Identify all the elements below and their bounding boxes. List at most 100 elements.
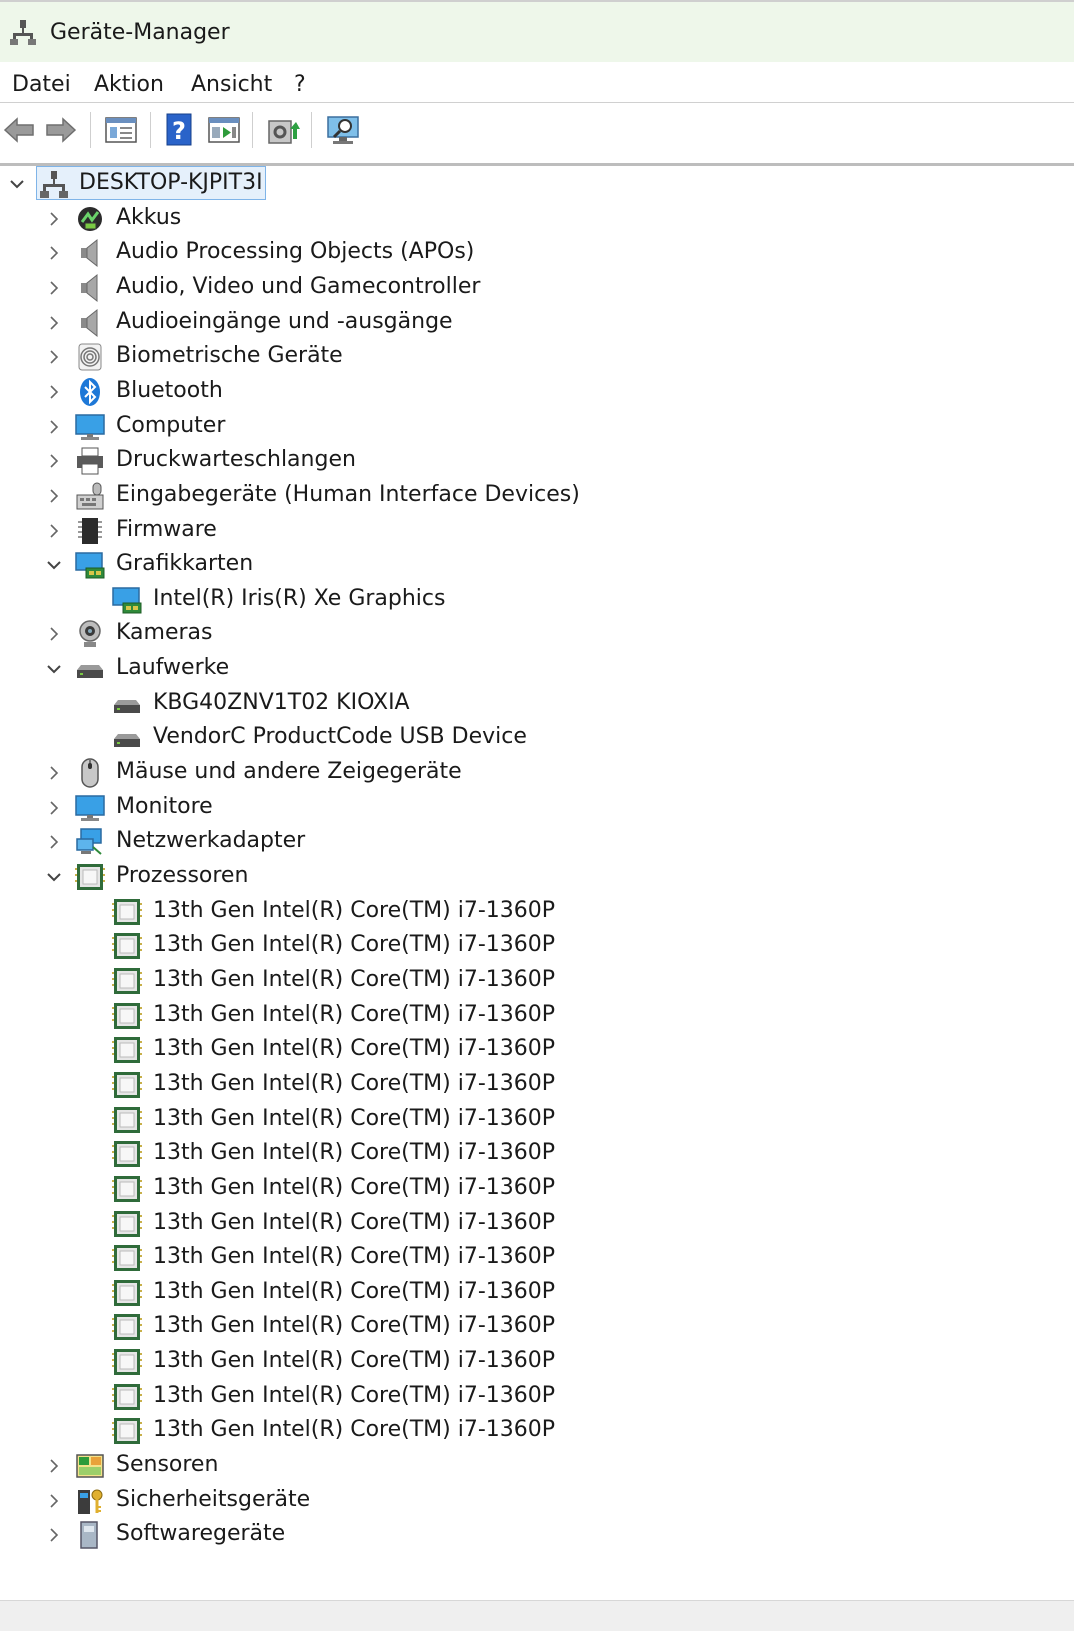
chevron-right-icon[interactable]: [45, 210, 63, 228]
tree-device[interactable]: 13th Gen Intel(R) Core(TM) i7-1360P: [0, 1309, 1074, 1345]
scan-hardware-icon[interactable]: [326, 113, 360, 147]
tree-device[interactable]: 13th Gen Intel(R) Core(TM) i7-1360P: [0, 1067, 1074, 1103]
chevron-down-icon[interactable]: [45, 556, 63, 574]
tree-category[interactable]: Biometrische Geräte: [0, 339, 1074, 375]
tree-device[interactable]: 13th Gen Intel(R) Core(TM) i7-1360P: [0, 1344, 1074, 1380]
tree-device[interactable]: 13th Gen Intel(R) Core(TM) i7-1360P: [0, 1136, 1074, 1172]
update-driver-icon[interactable]: [266, 113, 300, 147]
chevron-down-icon[interactable]: [8, 175, 26, 193]
chevron-right-icon[interactable]: [45, 799, 63, 817]
tree-node-label: 13th Gen Intel(R) Core(TM) i7-1360P: [153, 1140, 556, 1165]
tree-device[interactable]: 13th Gen Intel(R) Core(TM) i7-1360P: [0, 1379, 1074, 1415]
status-bar: [0, 1600, 1074, 1631]
speaker-icon: [81, 308, 98, 338]
tree-root-node[interactable]: DESKTOP-KJPIT3I: [0, 166, 1074, 202]
tree-node-label: 13th Gen Intel(R) Core(TM) i7-1360P: [153, 1279, 556, 1304]
tree-device[interactable]: 13th Gen Intel(R) Core(TM) i7-1360P: [0, 894, 1074, 930]
toolbar-separator: [150, 112, 151, 148]
tree-node-label: DESKTOP-KJPIT3I: [79, 170, 263, 195]
tree-node-label: 13th Gen Intel(R) Core(TM) i7-1360P: [153, 1071, 556, 1096]
chevron-right-icon[interactable]: [45, 418, 63, 436]
tree-category[interactable]: Softwaregeräte: [0, 1517, 1074, 1553]
tree-device[interactable]: 13th Gen Intel(R) Core(TM) i7-1360P: [0, 1413, 1074, 1449]
chevron-down-icon[interactable]: [45, 660, 63, 678]
tree-category[interactable]: Computer: [0, 409, 1074, 445]
tree-category[interactable]: Grafikkarten: [0, 547, 1074, 583]
menu-ansicht[interactable]: Ansicht: [191, 72, 272, 97]
chevron-right-icon[interactable]: [45, 764, 63, 782]
tree-category[interactable]: Druckwarteschlangen: [0, 443, 1074, 479]
tree-category[interactable]: Monitore: [0, 790, 1074, 826]
menu-aktion[interactable]: Aktion: [94, 72, 164, 97]
chevron-right-icon[interactable]: [45, 833, 63, 851]
tree-node-label: Eingabegeräte (Human Interface Devices): [116, 482, 580, 507]
chevron-right-icon[interactable]: [45, 244, 63, 262]
tree-node-label: Bluetooth: [116, 378, 223, 403]
network-adapter-icon: [76, 828, 102, 855]
tree-category[interactable]: Kameras: [0, 616, 1074, 652]
tree-category[interactable]: Sensoren: [0, 1448, 1074, 1484]
tree-device[interactable]: 13th Gen Intel(R) Core(TM) i7-1360P: [0, 1240, 1074, 1276]
chevron-right-icon[interactable]: [45, 383, 63, 401]
menu-datei[interactable]: Datei: [12, 72, 71, 97]
chevron-right-icon[interactable]: [45, 279, 63, 297]
properties-window-icon[interactable]: [104, 113, 138, 147]
chevron-right-icon[interactable]: [45, 487, 63, 505]
tree-category[interactable]: Firmware: [0, 513, 1074, 549]
tree-category[interactable]: Netzwerkadapter: [0, 824, 1074, 860]
tree-category[interactable]: Laufwerke: [0, 651, 1074, 687]
tree-device[interactable]: 13th Gen Intel(R) Core(TM) i7-1360P: [0, 998, 1074, 1034]
tree-category[interactable]: Eingabegeräte (Human Interface Devices): [0, 478, 1074, 514]
tree-device[interactable]: VendorC ProductCode USB Device: [0, 720, 1074, 756]
toolbar: ?: [0, 107, 1074, 153]
tree-category[interactable]: Audioeingänge und -ausgänge: [0, 305, 1074, 341]
tree-node-label: Kameras: [116, 620, 213, 645]
chevron-right-icon[interactable]: [45, 1526, 63, 1544]
device-tree[interactable]: DESKTOP-KJPIT3I Akkus Audio Processing Obj…: [0, 166, 1074, 1600]
chevron-right-icon[interactable]: [45, 314, 63, 332]
tree-device[interactable]: 13th Gen Intel(R) Core(TM) i7-1360P: [0, 1171, 1074, 1207]
tree-node-label: Laufwerke: [116, 655, 230, 680]
tree-device[interactable]: 13th Gen Intel(R) Core(TM) i7-1360P: [0, 1032, 1074, 1068]
tree-device[interactable]: 13th Gen Intel(R) Core(TM) i7-1360P: [0, 928, 1074, 964]
tree-device[interactable]: 13th Gen Intel(R) Core(TM) i7-1360P: [0, 963, 1074, 999]
disk-drive-icon: [77, 665, 103, 678]
processor-icon: [112, 1176, 142, 1202]
chevron-right-icon[interactable]: [45, 348, 63, 366]
forward-arrow-icon[interactable]: [44, 113, 78, 147]
window-title: Geräte-Manager: [50, 20, 230, 45]
chevron-right-icon[interactable]: [45, 452, 63, 470]
tree-category[interactable]: Mäuse und andere Zeigegeräte: [0, 755, 1074, 791]
tree-device[interactable]: 13th Gen Intel(R) Core(TM) i7-1360P: [0, 1206, 1074, 1242]
tree-node-label: Computer: [116, 413, 226, 438]
tree-node-label: 13th Gen Intel(R) Core(TM) i7-1360P: [153, 898, 556, 923]
menu-help[interactable]: ?: [294, 72, 306, 97]
tree-node-label: Mäuse und andere Zeigegeräte: [116, 759, 462, 784]
tree-category[interactable]: Audio Processing Objects (APOs): [0, 235, 1074, 271]
toolbar-separator: [90, 112, 91, 148]
tree-category[interactable]: Audio, Video und Gamecontroller: [0, 270, 1074, 306]
chevron-down-icon[interactable]: [45, 868, 63, 886]
tree-node-label: Audioeingänge und -ausgänge: [116, 309, 453, 334]
tree-node-label: Intel(R) Iris(R) Xe Graphics: [153, 586, 446, 611]
tree-node-label: 13th Gen Intel(R) Core(TM) i7-1360P: [153, 1002, 556, 1027]
tree-category[interactable]: Prozessoren: [0, 859, 1074, 895]
chevron-right-icon[interactable]: [45, 1457, 63, 1475]
tree-device[interactable]: 13th Gen Intel(R) Core(TM) i7-1360P: [0, 1102, 1074, 1138]
chevron-right-icon[interactable]: [45, 625, 63, 643]
tree-category[interactable]: Akkus: [0, 201, 1074, 237]
tree-category[interactable]: Bluetooth: [0, 374, 1074, 410]
help-icon[interactable]: ?: [163, 113, 197, 147]
tree-device[interactable]: 13th Gen Intel(R) Core(TM) i7-1360P: [0, 1275, 1074, 1311]
processor-icon: [112, 1107, 142, 1133]
tree-node-label: Softwaregeräte: [116, 1521, 286, 1546]
back-arrow-icon[interactable]: [2, 113, 36, 147]
chevron-right-icon[interactable]: [45, 1492, 63, 1510]
tree-node-label: 13th Gen Intel(R) Core(TM) i7-1360P: [153, 932, 556, 957]
run-window-icon[interactable]: [207, 113, 241, 147]
processor-icon: [112, 1245, 142, 1271]
tree-device[interactable]: Intel(R) Iris(R) Xe Graphics: [0, 582, 1074, 618]
tree-device[interactable]: KBG40ZNV1T02 KIOXIA: [0, 686, 1074, 722]
tree-category[interactable]: Sicherheitsgeräte: [0, 1483, 1074, 1519]
chevron-right-icon[interactable]: [45, 522, 63, 540]
